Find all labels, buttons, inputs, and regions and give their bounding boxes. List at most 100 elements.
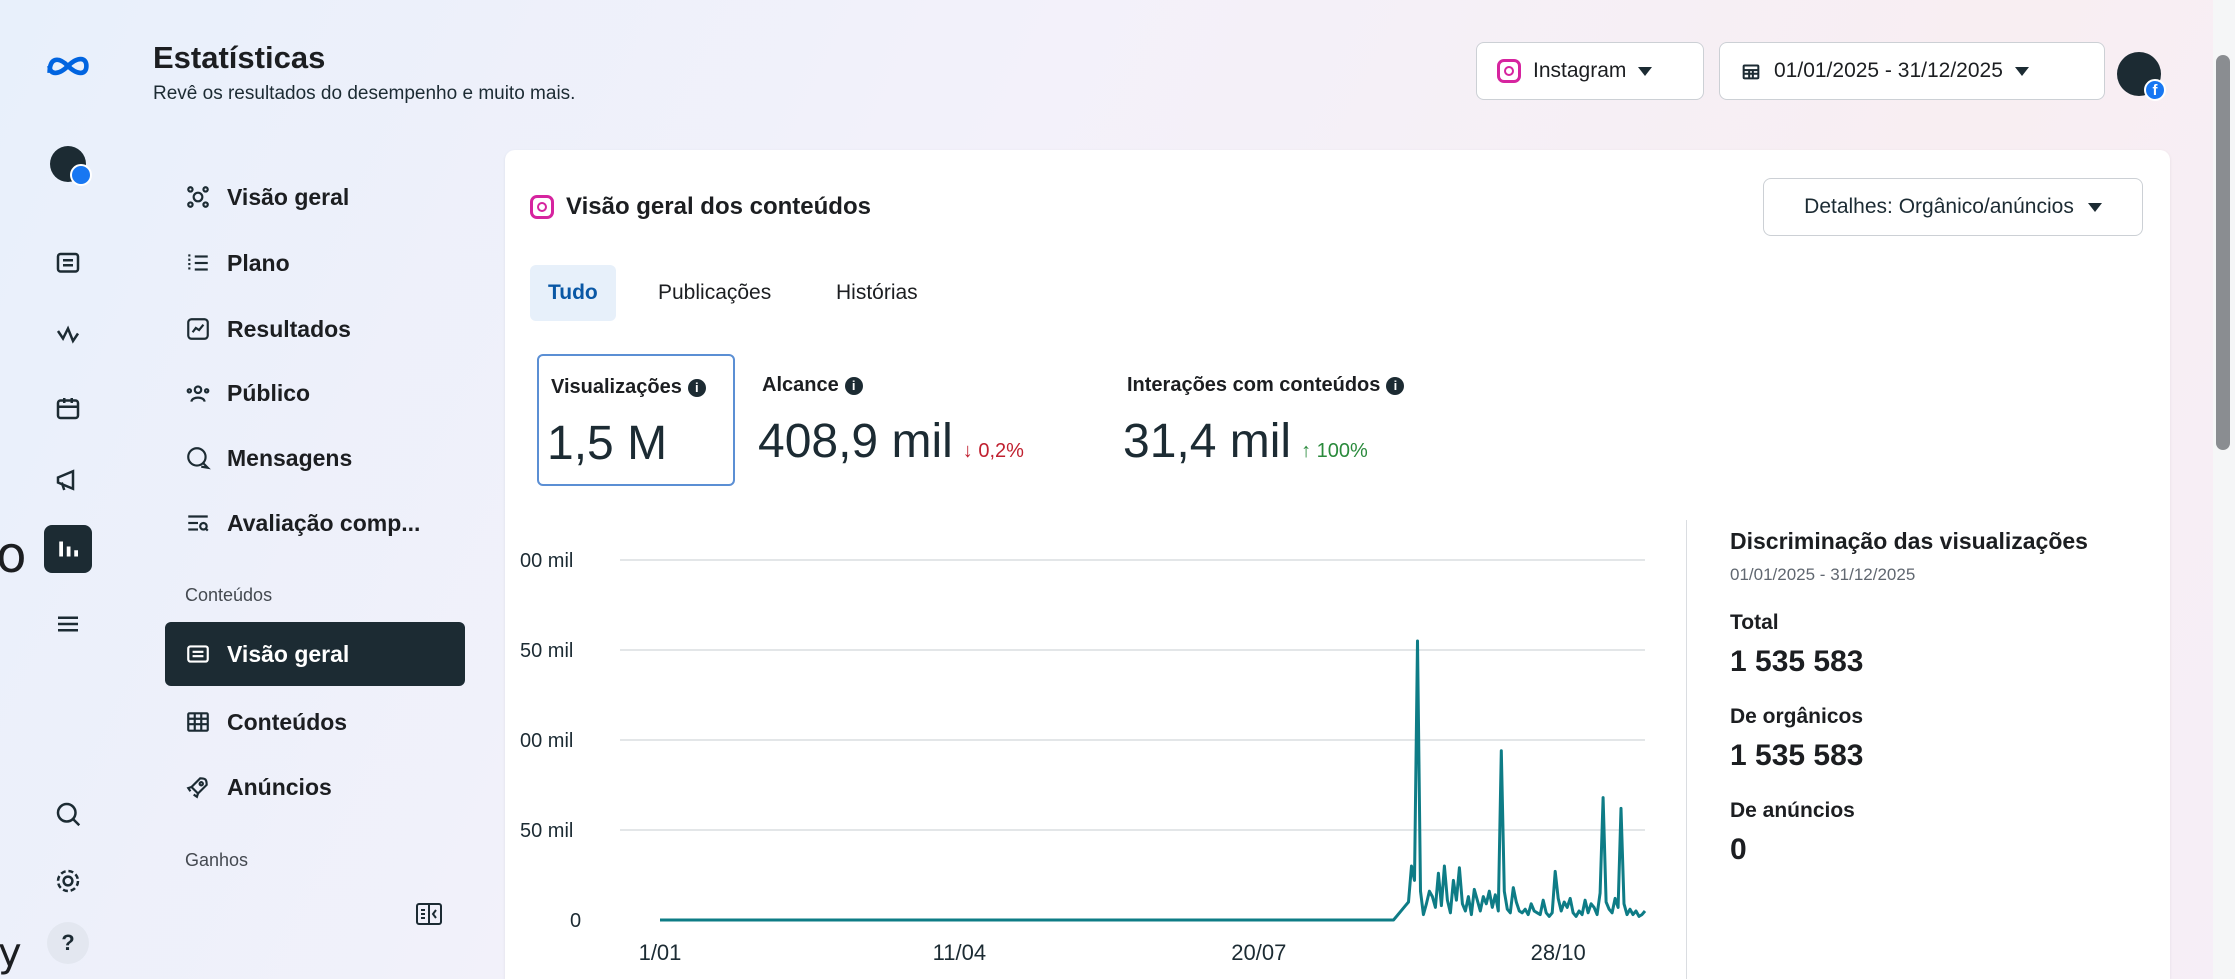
y-tick-label: 50 mil (520, 640, 573, 662)
platform-selector[interactable]: Instagram (1476, 42, 1704, 100)
nav-item-label: Mensagens (227, 444, 353, 471)
x-tick-label: 11/04 (933, 940, 986, 965)
plan-icon (188, 254, 208, 272)
benchmark-icon (188, 515, 209, 532)
date-range-selector[interactable]: 01/01/2025 - 31/12/2025 (1719, 42, 2105, 100)
nav-item-content-overview[interactable]: Visão geral (165, 622, 465, 686)
metric-label-text: Visualizações (551, 376, 682, 398)
instagram-icon (530, 195, 554, 219)
content-table-icon (187, 712, 209, 732)
details-dropdown-label: Detalhes: Orgânico/anúncios (1804, 195, 2074, 218)
nav-item-benchmark[interactable]: Avaliação comp... (165, 496, 465, 550)
nav-item-content-table[interactable]: Conteúdos (165, 695, 465, 749)
scrollbar-thumb[interactable] (2216, 55, 2230, 450)
metric-delta-down: ↓ 0,2% (962, 440, 1024, 462)
nav-item-messages[interactable]: Mensagens (165, 431, 465, 485)
nav-item-label: Avaliação comp... (227, 509, 421, 536)
activity-icon[interactable] (44, 312, 92, 360)
x-tick-label: 20/07 (1231, 940, 1286, 965)
info-icon[interactable]: i (687, 378, 706, 397)
calendar-icon[interactable] (44, 384, 92, 432)
x-tick-label: 28/10 (1531, 940, 1586, 965)
details-dropdown[interactable]: Detalhes: Orgânico/anúncios (1763, 178, 2143, 236)
nav-item-label: Anúncios (227, 773, 332, 800)
card-title-label: Visão geral dos conteúdos (566, 193, 871, 220)
metric-value: 31,4 mil ↑ 100% (1123, 414, 1368, 469)
instagram-icon (1497, 59, 1521, 83)
nav-item-label: Público (227, 379, 311, 406)
date-range-label: 01/01/2025 - 31/12/2025 (1774, 59, 2003, 82)
metric-value-text: 31,4 mil (1123, 415, 1292, 468)
search-icon[interactable] (44, 790, 92, 838)
facebook-badge-icon: f (2144, 79, 2166, 101)
metric-label: Alcance i (762, 374, 863, 397)
chevron-down-icon (2087, 202, 2102, 212)
nav-item-label: Resultados (227, 315, 351, 342)
left-rail: ? (28, 0, 108, 979)
overview-icon (187, 186, 209, 208)
metric-label: Visualizações i (551, 376, 706, 399)
tab-all[interactable]: Tudo (530, 265, 616, 321)
results-icon (187, 318, 209, 340)
nav-item-label: Conteúdos (227, 708, 348, 735)
nav-item-ads[interactable]: Anúncios (165, 760, 465, 814)
breakdown-organic-label: De orgânicos (1730, 705, 1864, 728)
views-series-line (660, 639, 1647, 922)
collapse-sidebar-icon[interactable] (415, 902, 443, 926)
megaphone-icon[interactable] (44, 456, 92, 504)
insights-chart-icon[interactable] (44, 525, 92, 573)
nav-item-plan[interactable]: Plano (165, 236, 465, 290)
meta-logo-icon[interactable] (38, 42, 98, 90)
nav-item-label: Visão geral (227, 640, 350, 667)
account-avatar-icon[interactable] (44, 140, 92, 188)
breakdown-total-value: 1 535 583 (1730, 645, 1864, 678)
info-icon[interactable]: i (1386, 376, 1405, 395)
ads-rocket-icon (186, 777, 208, 799)
vertical-divider (1686, 520, 1687, 979)
metric-label-text: Alcance (762, 374, 839, 396)
breakdown-title: Discriminação das visualizações (1730, 528, 2088, 554)
y-tick-label: 0 (570, 910, 581, 932)
y-tick-label: 00 mil (520, 550, 573, 572)
messages-icon (187, 447, 211, 470)
chevron-down-icon (1638, 66, 1653, 76)
breakdown-range: 01/01/2025 - 31/12/2025 (1730, 565, 1916, 584)
menu-icon[interactable] (44, 600, 92, 648)
tab-stories[interactable]: Histórias (818, 265, 936, 321)
breakdown-total-label: Total (1730, 611, 1779, 634)
metric-views[interactable]: Visualizações i 1,5 M (537, 354, 735, 486)
metric-reach[interactable]: Alcance i 408,9 mil ↓ 0,2% (750, 354, 1120, 486)
content-icon[interactable] (44, 240, 92, 288)
metric-delta-up: ↑ 100% (1301, 440, 1368, 462)
nav-item-label: Visão geral (227, 183, 350, 210)
breakdown-organic-value: 1 535 583 (1730, 739, 1864, 772)
nav-section-contents: Conteúdos (185, 585, 273, 605)
content-overview-icon (187, 645, 209, 663)
audience-icon (186, 385, 210, 402)
nav-section-earnings: Ganhos (185, 850, 249, 870)
metric-interactions[interactable]: Interações com conteúdos i 31,4 mil ↑ 100… (1115, 354, 1515, 486)
info-icon[interactable]: i (844, 376, 863, 395)
nav-item-results[interactable]: Resultados (165, 302, 465, 356)
y-tick-label: 00 mil (520, 730, 573, 752)
metric-value-text: 408,9 mil (758, 415, 953, 468)
breakdown-ads-value: 0 (1730, 833, 1747, 866)
views-breakdown: Discriminação das visualizações 01/01/20… (1730, 528, 2088, 867)
y-tick-label: 50 mil (520, 820, 573, 842)
views-line-chart: 00 mil 50 mil 00 mil 50 mil 0 1/01 11/04 20/07 2… (520, 550, 1647, 965)
overflow-char-o: o (0, 526, 27, 584)
calendar-icon (1742, 64, 1760, 80)
account-avatar[interactable]: f (2117, 52, 2166, 101)
x-tick-label: 1/01 (639, 940, 682, 965)
metric-label: Interações com conteúdos i (1127, 374, 1405, 397)
tab-posts[interactable]: Publicações (640, 265, 789, 321)
chevron-down-icon (2014, 66, 2029, 76)
nav-item-overview[interactable]: Visão geral (165, 170, 465, 224)
nav-item-label: Plano (227, 249, 290, 276)
breakdown-ads-label: De anúncios (1730, 799, 1855, 822)
help-icon[interactable]: ? (47, 922, 89, 964)
settings-gear-icon[interactable] (44, 857, 92, 905)
nav-item-audience[interactable]: Público (165, 366, 465, 420)
metric-value: 1,5 M (547, 416, 667, 471)
platform-selector-label: Instagram (1533, 59, 1627, 82)
